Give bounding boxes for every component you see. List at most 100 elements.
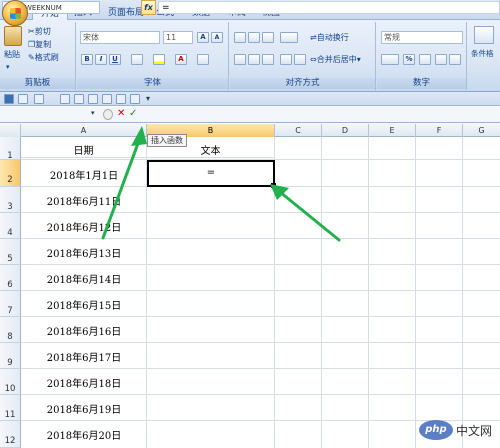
- scissors-icon: ✂: [28, 27, 35, 36]
- shrink-font-button[interactable]: A: [211, 32, 223, 43]
- redo-icon[interactable]: [34, 94, 44, 104]
- cell-b2-value[interactable]: =: [147, 167, 275, 178]
- sort-ascending-icon[interactable]: [60, 94, 70, 104]
- row-header-12[interactable]: 12: [0, 421, 21, 448]
- comma-icon[interactable]: [419, 54, 431, 65]
- fill-color-icon[interactable]: [153, 54, 165, 65]
- align-right-icon[interactable]: [262, 54, 274, 65]
- column-header-f[interactable]: F: [416, 124, 463, 137]
- cell-a5[interactable]: 2018年6月13日: [21, 245, 147, 260]
- increase-decimal-icon[interactable]: [435, 54, 447, 65]
- borders-icon[interactable]: [131, 54, 143, 65]
- row-header-8[interactable]: 8: [0, 317, 21, 343]
- cell-a1-header[interactable]: 日期: [21, 142, 147, 158]
- save-icon[interactable]: [4, 94, 14, 104]
- cell-a6[interactable]: 2018年6月14日: [21, 271, 147, 286]
- row-header-9[interactable]: 9: [0, 343, 21, 369]
- merge-center-button[interactable]: ⇔合并后居中▾: [310, 54, 361, 65]
- grow-font-button[interactable]: A: [197, 32, 209, 43]
- italic-button[interactable]: I: [95, 54, 107, 65]
- cell-a11[interactable]: 2018年6月19日: [21, 401, 147, 416]
- formula-input[interactable]: =: [158, 1, 500, 14]
- column-header-d[interactable]: D: [322, 124, 369, 137]
- merge-icon: ⇔: [310, 55, 317, 64]
- paste-button[interactable]: 粘贴: [4, 49, 20, 60]
- bold-button[interactable]: B: [81, 54, 93, 65]
- wrap-text-button[interactable]: ⇌自动换行: [310, 32, 349, 43]
- row-header-11[interactable]: 11: [0, 395, 21, 421]
- align-top-icon[interactable]: [234, 32, 246, 43]
- percent-button[interactable]: %: [403, 54, 415, 65]
- font-size-combo[interactable]: 11: [163, 31, 193, 44]
- copy-button[interactable]: ❐复制: [28, 39, 51, 50]
- gridline: [415, 137, 416, 448]
- fill-handle[interactable]: [271, 183, 276, 188]
- font-color-button[interactable]: A: [175, 54, 187, 65]
- form-icon[interactable]: [130, 94, 140, 104]
- row-header-5[interactable]: 5: [0, 239, 21, 265]
- increase-indent-icon[interactable]: [294, 54, 306, 65]
- merge-center-label: 合并后居中: [316, 55, 357, 64]
- currency-icon[interactable]: [381, 54, 399, 65]
- merge-dropdown-icon: ▾: [356, 55, 361, 64]
- row-header-4[interactable]: 4: [0, 213, 21, 239]
- formula-bar-circle-icon: [103, 109, 113, 120]
- paste-dropdown-icon[interactable]: ▾: [6, 63, 10, 71]
- cell-a12[interactable]: 2018年6月20日: [21, 427, 147, 442]
- customize-qat-icon[interactable]: ▾: [146, 94, 150, 103]
- open-file-icon[interactable]: [116, 94, 126, 104]
- column-header-g[interactable]: G: [463, 124, 500, 137]
- cell-a2[interactable]: 2018年1月1日: [21, 167, 147, 182]
- spelling-icon[interactable]: [88, 94, 98, 104]
- align-center-icon[interactable]: [248, 54, 260, 65]
- name-box-dropdown-icon[interactable]: ▾: [91, 109, 95, 117]
- cut-label: 剪切: [34, 27, 51, 36]
- orientation-icon[interactable]: [280, 32, 298, 43]
- row-header-1[interactable]: 1: [0, 137, 21, 161]
- row-header-7[interactable]: 7: [0, 291, 21, 317]
- row-header-3[interactable]: 3: [0, 187, 21, 213]
- decrease-indent-icon[interactable]: [280, 54, 292, 65]
- column-header-a[interactable]: A: [21, 124, 147, 137]
- watermark-text: 中文网: [455, 423, 492, 438]
- decrease-decimal-icon[interactable]: [449, 54, 461, 65]
- row-header-6[interactable]: 6: [0, 265, 21, 291]
- column-header-c[interactable]: C: [275, 124, 322, 137]
- new-file-icon[interactable]: [102, 94, 112, 104]
- conditional-format-icon[interactable]: [474, 26, 494, 44]
- wrap-text-icon: ⇌: [310, 33, 317, 42]
- confirm-entry-icon[interactable]: ✓: [129, 108, 137, 119]
- cell-a10[interactable]: 2018年6月18日: [21, 375, 147, 390]
- format-painter-button[interactable]: ✎格式刷: [28, 52, 59, 63]
- php-logo: php: [418, 420, 453, 440]
- phonetic-icon[interactable]: [197, 54, 209, 65]
- row-header-2[interactable]: 2: [0, 160, 21, 187]
- select-all-corner[interactable]: [0, 124, 21, 137]
- gridline: [321, 137, 322, 448]
- align-left-icon[interactable]: [234, 54, 246, 65]
- cell-a9[interactable]: 2018年6月17日: [21, 349, 147, 364]
- align-bottom-icon[interactable]: [262, 32, 274, 43]
- print-preview-icon[interactable]: [74, 94, 84, 104]
- number-format-combo[interactable]: 常规: [381, 31, 463, 44]
- gridline: [368, 137, 369, 448]
- gridline: [462, 137, 463, 448]
- row-header-10[interactable]: 10: [0, 369, 21, 395]
- column-header-e[interactable]: E: [369, 124, 416, 137]
- cancel-entry-icon[interactable]: ✕: [117, 108, 125, 119]
- align-middle-icon[interactable]: [248, 32, 260, 43]
- underline-button[interactable]: U: [109, 54, 121, 65]
- undo-icon[interactable]: [18, 94, 28, 104]
- cell-a3[interactable]: 2018年6月11日: [21, 193, 147, 208]
- conditional-format-button[interactable]: 条件格: [471, 48, 494, 59]
- font-name-combo[interactable]: 宋体: [80, 31, 160, 44]
- cell-a8[interactable]: 2018年6月16日: [21, 323, 147, 338]
- gridline: [21, 316, 500, 317]
- office-button[interactable]: [2, 0, 28, 26]
- cell-a7[interactable]: 2018年6月15日: [21, 297, 147, 312]
- paste-icon[interactable]: [4, 26, 22, 46]
- gridline: [21, 290, 500, 291]
- cut-button[interactable]: ✂剪切: [28, 26, 51, 37]
- insert-function-button[interactable]: fx: [141, 0, 156, 15]
- cell-a4[interactable]: 2018年6月12日: [21, 219, 147, 234]
